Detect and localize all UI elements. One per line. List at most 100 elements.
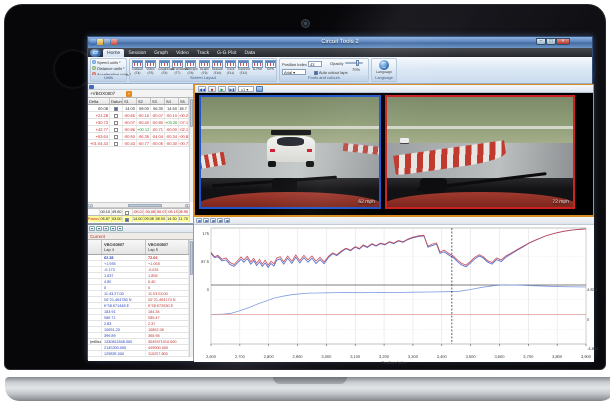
play-button[interactable]: ▶ (218, 86, 226, 92)
video-sync-icon[interactable] (256, 86, 263, 92)
lap-row[interactable]: +01:04.43-00.43-00.77-00.05-00.30-00.7 (88, 140, 190, 147)
summary-sector-value: 14.00 (133, 216, 144, 222)
close-session-icon[interactable]: × (126, 91, 132, 97)
pan-icon[interactable] (210, 218, 216, 223)
summary-sector-value: -06.15 (167, 209, 178, 215)
channel-name-column-header (88, 240, 102, 254)
channel-name (88, 333, 102, 338)
datum-checkbox[interactable] (114, 128, 118, 132)
lap-row[interactable]: +30.73-00.07-00.40-00.90+03.26-07.1 (88, 119, 190, 126)
graph-toolbar (194, 217, 594, 225)
video-1[interactable]: 62 mph (199, 95, 381, 209)
video2-scenery (387, 97, 573, 143)
video-panel[interactable]: ◀◀ ■ ▶ ▶▮ x1 ▾ (194, 84, 594, 216)
channel-name (88, 309, 102, 314)
lap-row[interactable]: +42.77-00.96+00.12-00.71-00.00-02.1 (88, 126, 190, 133)
lap-datum-cell (110, 126, 123, 132)
lap-sector-value: -00.16 (137, 112, 151, 118)
channel-row[interactable]: 129835.000110257.800 (88, 351, 190, 357)
app-menu-button[interactable]: CT (90, 49, 101, 57)
summary-label: Fastest (88, 216, 100, 222)
car-far (400, 138, 409, 143)
ideal-lap-row[interactable]: 00.1049.60-06.07-00.08-06.07-06.1506.90 (88, 208, 190, 215)
sort-icon[interactable] (96, 226, 102, 231)
laptop-frame: Circuit Tools 2 – □ × CT HomeSessionGrap… (4, 4, 606, 370)
video-stage: 62 mph 72 mp (195, 93, 593, 215)
lap-column-s3: S3 (151, 98, 165, 104)
channel-value-lap5: 110257.800 (146, 351, 189, 356)
playback-rate-select[interactable]: x1 ▾ (238, 86, 254, 92)
hscroll-thumb[interactable] (128, 204, 162, 207)
video-2[interactable]: 72 mph (385, 95, 575, 209)
lap-sector-value: -04.04 (151, 133, 165, 139)
lap-sector-value: -00.71 (151, 126, 165, 132)
datum-checkbox[interactable] (114, 107, 118, 111)
channel-name (88, 261, 102, 266)
maximize-button[interactable]: □ (546, 38, 556, 45)
fastest-lap-row[interactable]: Fastest06.8703.0014.0009.0806.5014.5011.… (88, 215, 190, 222)
position-index-input[interactable]: 43 (308, 61, 322, 67)
tab-graph[interactable]: Graph (150, 49, 172, 57)
lap-row[interactable]: +53.64-00.50-06.35-04.04-00.34-00.8 (88, 133, 190, 140)
datum-checkbox[interactable] (114, 114, 118, 118)
new-session-icon[interactable] (89, 85, 94, 89)
opacity-slider[interactable] (345, 62, 363, 64)
lap-sector-value: -00.05 (151, 140, 165, 146)
channel-table: 62.3872.04+1.935+1.058-0.173-0.6311.6371… (88, 255, 190, 357)
channel-value-lap4: 1330811848.000 (102, 339, 146, 344)
datum-checkbox[interactable] (114, 142, 118, 146)
minimize-button[interactable]: – (536, 38, 546, 45)
channel-value-lap5: 449000.000 (146, 345, 189, 350)
lap-table: 00.0814.0009.0006.3014.5018.7+21.28-00.6… (88, 105, 190, 147)
channel-value-lap5: 3049371010.000 (146, 339, 189, 344)
telemetry-chart[interactable]: 175 87.5 0 4.834 0 -4.834 Speed (mph) De… (194, 225, 594, 362)
tab-video[interactable]: Video (172, 49, 193, 57)
zoom-out-icon[interactable] (203, 218, 209, 223)
lap-row[interactable]: +21.28-00.65-00.16-00.07-00.10-00.2 (88, 112, 190, 119)
lap-row[interactable]: 00.0814.0009.0006.3014.5018.7 (88, 105, 190, 112)
channel-value-lap4: 10691.20 (102, 327, 146, 332)
channel-table-vscrollbar[interactable] (189, 240, 193, 357)
tab-session[interactable]: Session (124, 49, 150, 57)
gear-icon[interactable] (117, 226, 123, 231)
distance-units-button[interactable]: Distance units▾ (91, 65, 126, 71)
lap-sector-value: -00.50 (123, 133, 137, 139)
channel-value-lap5: 10862.06 (146, 327, 189, 332)
channel-name (88, 285, 102, 290)
zoom-in-icon[interactable] (196, 218, 202, 223)
channel-tab-current[interactable]: Current (88, 233, 193, 240)
datum-checkbox[interactable] (125, 211, 129, 215)
lap-column-s1: S1 (123, 98, 137, 104)
stop-button[interactable]: ■ (208, 86, 216, 92)
rewind-button[interactable]: ◀◀ (198, 86, 206, 92)
lap-table-header: DeltaDatumS1S2S3S4S5 (88, 98, 190, 105)
lap-column-s4: S4 (165, 98, 179, 104)
tab-data[interactable]: Data (241, 49, 260, 57)
datum-checkbox[interactable] (125, 218, 129, 222)
fit-view-icon[interactable] (217, 218, 223, 223)
tab-g-g-plot[interactable]: G-G Plot (213, 49, 240, 57)
columns-icon[interactable] (89, 226, 95, 231)
lap-datum-cell (110, 140, 123, 146)
lap-sector-value: -00.40 (137, 119, 151, 125)
session-tab[interactable]: +VBOX0807 × (88, 90, 193, 98)
lock-icon[interactable] (110, 226, 116, 231)
tab-home[interactable]: Home (103, 49, 124, 57)
lap-column-header: VBOX0807Lap 5 (146, 240, 189, 254)
graph-settings-icon[interactable] (224, 218, 230, 223)
channel-value-lap5: 586.47 (146, 315, 189, 320)
datum-checkbox[interactable] (114, 135, 118, 139)
tab-track[interactable]: Track (193, 49, 213, 57)
step-forward-button[interactable]: ▶▮ (228, 86, 236, 92)
summary-delta: 03.00 (112, 216, 123, 222)
lap-column-delta: Delta (88, 98, 110, 104)
summary-sector-value: 06.90 (179, 209, 190, 215)
datum-checkbox[interactable] (114, 121, 118, 125)
lap-table-vscrollbar[interactable] (189, 98, 193, 202)
window-controls: – □ × (536, 38, 570, 45)
filter-icon[interactable] (103, 226, 109, 231)
language-button[interactable]: Language (372, 60, 396, 74)
close-button[interactable]: × (556, 38, 570, 45)
channel-value-lap4: +1.935 (102, 261, 146, 266)
opacity-slider-thumb[interactable] (356, 60, 359, 66)
